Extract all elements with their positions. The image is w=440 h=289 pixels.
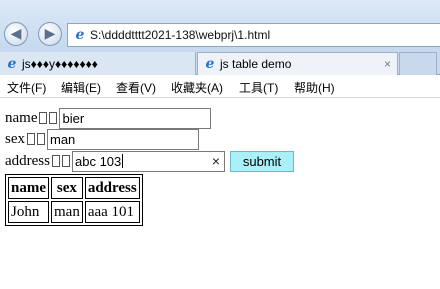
address-row: address abc 103 × submit xyxy=(5,150,294,172)
ie-tab-icon: e xyxy=(7,55,17,72)
address-text: S:\ddddtttt2021-138\webprj\1.html xyxy=(90,28,271,42)
data-table: name sex address John man aaa 101 xyxy=(5,174,143,226)
name-label: name xyxy=(5,109,38,126)
new-tab-button[interactable] xyxy=(399,52,437,75)
name-input[interactable]: bier xyxy=(59,107,212,129)
text-caret xyxy=(122,154,124,168)
address-input[interactable]: abc 103 × xyxy=(72,150,225,172)
name-row: name bier xyxy=(5,107,212,129)
back-arrow-icon: ◀ xyxy=(10,26,22,42)
forward-arrow-icon: ▶ xyxy=(44,26,56,42)
sex-row: sex man xyxy=(5,128,199,150)
missing-glyph-icon xyxy=(37,133,45,145)
tab-close-icon[interactable]: × xyxy=(384,57,391,71)
sex-input[interactable]: man xyxy=(47,128,199,150)
missing-glyph-icon xyxy=(52,155,60,167)
submit-button[interactable]: submit xyxy=(230,150,294,172)
menu-bar: 文件(F) 编辑(E) 查看(V) 收藏夹(A) 工具(T) 帮助(H) xyxy=(0,75,440,98)
address-label: address xyxy=(5,152,50,169)
ie-tab-icon: e xyxy=(205,56,215,72)
header-sex: sex xyxy=(51,177,83,199)
menu-edit[interactable]: 编辑(E) xyxy=(61,79,101,96)
table-row: John man aaa 101 xyxy=(8,201,140,223)
tab-bar: e js♦♦♦y♦♦♦♦♦♦♦ e js table demo × xyxy=(0,50,440,75)
header-address: address xyxy=(84,177,140,199)
cell-sex: man xyxy=(51,201,83,223)
missing-glyph-icon xyxy=(62,155,70,167)
tab-js-table-demo[interactable]: e js table demo × xyxy=(197,52,398,75)
table-header-row: name sex address xyxy=(8,177,140,199)
missing-glyph-icon xyxy=(49,112,58,124)
address-bar[interactable]: e S:\ddddtttt2021-138\webprj\1.html xyxy=(67,23,440,47)
menu-favorites[interactable]: 收藏夹(A) xyxy=(171,79,223,96)
menu-view[interactable]: 查看(V) xyxy=(116,79,156,96)
sex-label: sex xyxy=(5,130,25,147)
browser-titlebar: ◀ ▶ e S:\ddddtttt2021-138\webprj\1.html xyxy=(0,0,440,50)
menu-tools[interactable]: 工具(T) xyxy=(239,79,278,96)
missing-glyph-icon xyxy=(39,112,48,124)
menu-file[interactable]: 文件(F) xyxy=(7,79,46,96)
clear-icon[interactable]: × xyxy=(212,153,220,169)
ie-page-icon: e xyxy=(75,27,85,43)
tab-label: js table demo xyxy=(220,57,292,71)
cell-address: aaa 101 xyxy=(84,201,140,223)
forward-button[interactable]: ▶ xyxy=(38,22,62,46)
missing-glyph-icon xyxy=(27,133,35,145)
header-name: name xyxy=(8,177,49,199)
cell-name: John xyxy=(8,201,49,223)
back-button[interactable]: ◀ xyxy=(4,22,28,46)
address-value: abc 103 xyxy=(75,153,122,169)
tab-js-garbled[interactable]: e js♦♦♦y♦♦♦♦♦♦♦ xyxy=(0,52,196,75)
tab-label: js♦♦♦y♦♦♦♦♦♦♦ xyxy=(22,56,98,71)
menu-help[interactable]: 帮助(H) xyxy=(294,79,335,96)
page-content: name bier sex man address abc 103 × subm… xyxy=(0,98,440,289)
